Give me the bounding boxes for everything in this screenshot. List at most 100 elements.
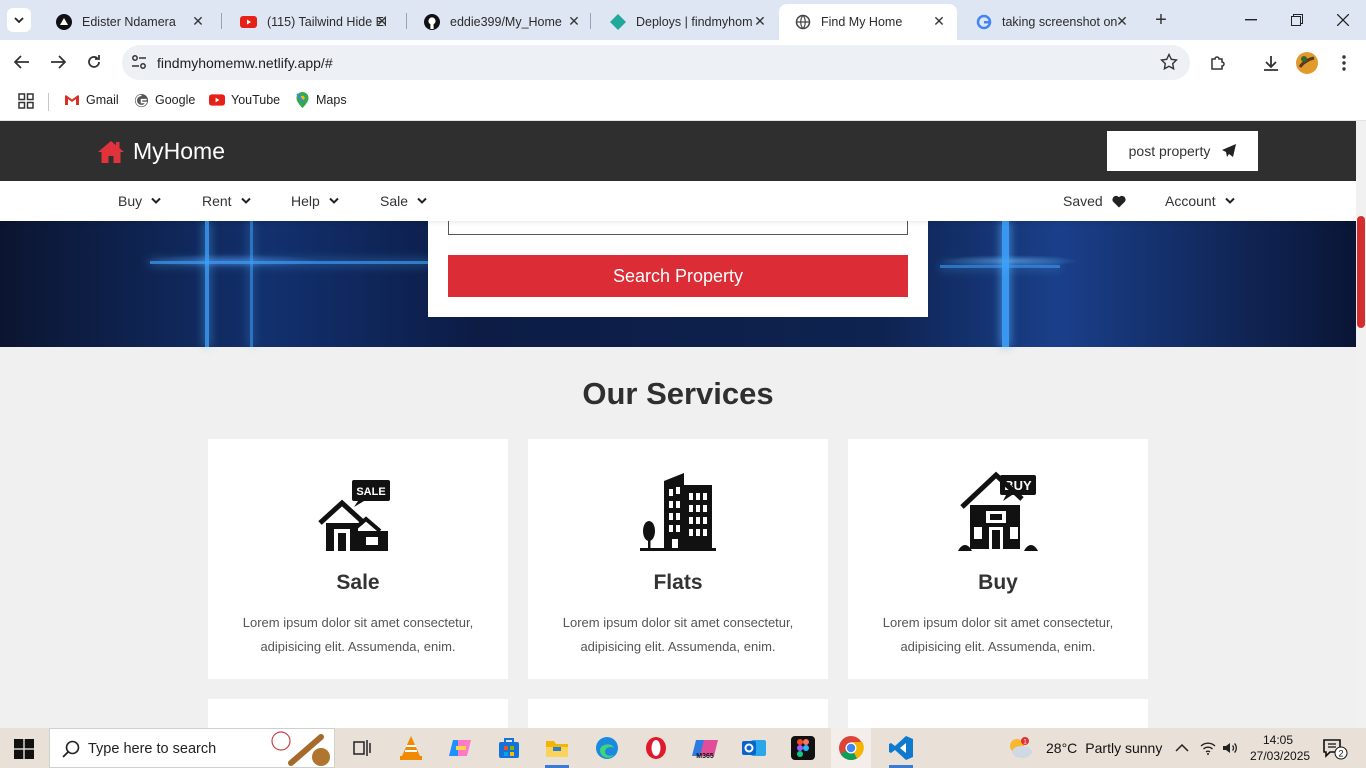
taskbar-clock[interactable]: 14:05 27/03/2025 <box>1250 732 1310 764</box>
scrollbar-thumb[interactable] <box>1357 216 1365 328</box>
service-card[interactable] <box>208 699 508 728</box>
weather-widget[interactable]: 1 28°C Partly sunny <box>1008 737 1162 759</box>
bookmark-gmail[interactable]: Gmail <box>64 92 119 108</box>
close-icon[interactable]: ✕ <box>931 13 947 29</box>
puzzle-icon <box>1211 56 1225 70</box>
tab-screenshot[interactable]: taking screenshot on ✕ <box>960 4 1140 40</box>
post-property-button[interactable]: post property <box>1107 131 1258 171</box>
bookmark-star-icon[interactable] <box>1160 53 1178 71</box>
bookmarks-bar: Gmail Google YouTube Maps <box>0 84 1366 121</box>
bookmark-google[interactable]: Google <box>133 92 195 108</box>
address-bar[interactable]: findmyhomemw.netlify.app/# <box>122 45 1190 80</box>
card-text: Lorem ipsum dolor sit amet consectetur, … <box>562 615 794 654</box>
youtube-icon <box>209 92 225 108</box>
forward-button[interactable] <box>46 50 70 74</box>
google-icon <box>133 92 149 108</box>
reload-button[interactable] <box>82 50 106 74</box>
logo-text: MyHome <box>133 138 226 164</box>
office-app[interactable]: M365 <box>691 734 719 762</box>
new-tab-button[interactable]: + <box>1150 9 1172 31</box>
chrome-app[interactable] <box>831 728 871 768</box>
globe-icon <box>795 14 811 30</box>
netlify-triangle-icon <box>56 14 72 30</box>
service-card[interactable] <box>848 699 1148 728</box>
file-explorer-app[interactable] <box>543 734 571 768</box>
site-info-icon[interactable] <box>130 53 148 71</box>
opera-app[interactable] <box>642 734 670 762</box>
sale-badge-text: SALE <box>356 486 385 498</box>
chevron-down-icon <box>14 16 24 23</box>
nav-buy[interactable]: Buy <box>118 193 161 209</box>
apps-button[interactable] <box>18 93 34 109</box>
nav-sale[interactable]: Sale <box>380 193 427 209</box>
service-card-flats[interactable]: Flats Lorem ipsum dolor sit amet consect… <box>528 439 828 679</box>
back-button[interactable] <box>10 50 34 74</box>
tab-tailwind[interactable]: (115) Tailwind Hide El ✕ <box>224 4 400 40</box>
download-icon <box>1264 56 1278 71</box>
minimize-button[interactable] <box>1236 6 1266 34</box>
close-icon[interactable]: ✕ <box>1114 13 1130 29</box>
downloads-button[interactable] <box>1260 52 1282 74</box>
maps-icon <box>294 92 310 108</box>
service-card-sale[interactable]: SALE Sale Lorem ipsum dolor sit amet con… <box>208 439 508 679</box>
arrow-right-icon <box>51 55 66 69</box>
bookmark-label: Google <box>155 93 196 107</box>
copilot-app[interactable] <box>446 734 474 762</box>
tab-edister[interactable]: Edister Ndamera ✕ <box>40 4 216 40</box>
weather-condition: Partly sunny <box>1085 740 1163 756</box>
hero-light <box>250 221 253 347</box>
nav-help[interactable]: Help <box>291 193 339 209</box>
tab-title: Edister Ndamera <box>82 15 176 29</box>
nav-account[interactable]: Account <box>1165 193 1235 209</box>
task-view-button[interactable] <box>347 734 375 762</box>
close-icon[interactable]: ✕ <box>752 13 768 29</box>
card-title: Buy <box>978 571 1018 594</box>
service-card[interactable] <box>528 699 828 728</box>
partly-sunny-icon: 1 <box>1010 737 1032 758</box>
taskbar-search-box[interactable]: Type here to search <box>49 728 335 768</box>
figma-app[interactable] <box>789 734 817 762</box>
vlc-app[interactable] <box>397 734 425 762</box>
bookmark-youtube[interactable]: YouTube <box>209 92 280 108</box>
vscode-app[interactable] <box>887 734 915 768</box>
notification-center-icon[interactable]: 2 <box>1322 738 1348 760</box>
hero-light <box>150 261 430 264</box>
network-button[interactable] <box>1200 740 1216 756</box>
flats-building-icon <box>640 473 716 551</box>
hero-light <box>205 221 209 347</box>
tab-search-button[interactable] <box>7 8 31 32</box>
extensions-button[interactable] <box>1207 52 1229 74</box>
restore-button[interactable] <box>1282 6 1312 34</box>
tab-deploys[interactable]: Deploys | findmyhom ✕ <box>594 4 778 40</box>
window-close-button[interactable] <box>1328 6 1358 34</box>
close-icon[interactable]: ✕ <box>566 13 582 29</box>
bookmark-maps[interactable]: Maps <box>294 92 347 108</box>
edge-app[interactable] <box>593 734 621 762</box>
close-icon[interactable]: ✕ <box>190 13 206 29</box>
show-hidden-icons-button[interactable] <box>1174 740 1190 756</box>
windows-start-icon[interactable] <box>14 739 34 759</box>
volume-button[interactable] <box>1222 740 1238 756</box>
service-card-buy[interactable]: BUY Buy Lorem ipsum dolor sit amet conse… <box>848 439 1148 679</box>
browser-menu-button[interactable] <box>1333 52 1355 74</box>
browser-tab-bar: Edister Ndamera ✕ (115) Tailwind Hide El… <box>0 0 1366 40</box>
page-scrollbar[interactable] <box>1356 121 1366 728</box>
paper-plane-icon <box>1222 144 1237 157</box>
nav-saved[interactable]: Saved <box>1063 193 1126 209</box>
profile-avatar[interactable] <box>1296 52 1318 74</box>
tab-github[interactable]: eddie399/My_Home ✕ <box>408 4 592 40</box>
microsoft-store-app[interactable] <box>495 734 523 762</box>
restore-icon <box>1291 14 1303 26</box>
outlook-icon <box>742 740 766 756</box>
search-icon <box>62 740 80 758</box>
tab-divider <box>590 13 591 29</box>
nav-rent[interactable]: Rent <box>202 193 251 209</box>
site-logo[interactable]: MyHome <box>98 138 225 165</box>
outlook-app[interactable] <box>740 734 768 762</box>
heart-icon <box>1112 195 1126 207</box>
search-input[interactable] <box>448 221 908 235</box>
chevron-down-icon <box>151 197 161 204</box>
tab-find-my-home[interactable]: Find My Home ✕ <box>779 4 957 40</box>
search-property-button[interactable]: Search Property <box>448 255 908 297</box>
close-icon[interactable]: ✕ <box>374 13 390 29</box>
